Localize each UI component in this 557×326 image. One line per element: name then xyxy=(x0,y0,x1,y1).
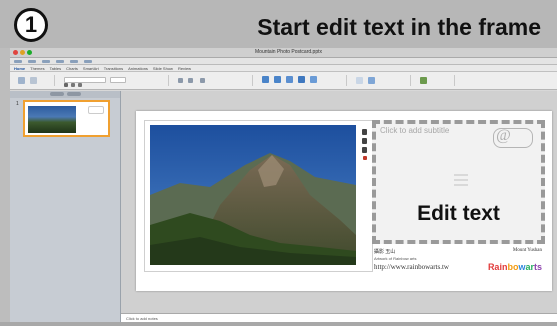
align-left-icon[interactable] xyxy=(200,78,205,83)
at-symbol-icon: @ xyxy=(496,127,511,144)
subtitle-text-frame[interactable]: Click to add subtitle @ Edit text xyxy=(372,120,545,244)
bullets-icon[interactable] xyxy=(178,78,183,83)
font-name-select[interactable] xyxy=(64,77,106,83)
open-icon[interactable] xyxy=(28,59,36,63)
location-credit: Mount Yushan xyxy=(512,248,542,253)
pane-view-tabs xyxy=(10,91,120,98)
rainbowarts-logo: Rainbowarts xyxy=(488,262,542,272)
decor-line xyxy=(454,174,468,176)
edit-text-label: Edit text xyxy=(417,202,500,225)
fill-icon[interactable] xyxy=(368,77,375,84)
print-icon[interactable] xyxy=(56,59,64,63)
decor-line xyxy=(454,179,468,181)
new-slide-icon[interactable] xyxy=(18,77,25,84)
photo-frame[interactable] xyxy=(144,120,373,272)
website-url: http://www.rainbowarts.tw xyxy=(374,263,449,271)
underline-icon[interactable] xyxy=(78,83,82,87)
calligraphy-glyph xyxy=(362,147,367,153)
minimize-window-button[interactable] xyxy=(20,50,25,55)
powerpoint-window: Mountain Photo Postcard.pptx Home Themes… xyxy=(10,48,557,326)
italic-icon[interactable] xyxy=(71,83,75,87)
outline-view-tab[interactable] xyxy=(66,92,81,96)
ribbon-tab-bar: Home Themes Tables Charts SmartArt Trans… xyxy=(10,65,557,72)
tab-review[interactable]: Review xyxy=(178,66,191,71)
subtitle-placeholder[interactable]: Click to add subtitle xyxy=(380,126,449,135)
arrange-icon[interactable] xyxy=(310,76,317,83)
close-window-button[interactable] xyxy=(13,50,18,55)
bold-icon[interactable] xyxy=(64,83,68,87)
calligraphy-glyph xyxy=(362,138,367,144)
tab-charts[interactable]: Charts xyxy=(66,66,78,71)
notes-placeholder[interactable]: Click to add notes xyxy=(126,316,158,321)
artwork-credit: Artwork of Rainbow arts xyxy=(374,256,417,261)
calligraphy-scroll xyxy=(361,129,368,169)
ribbon-group-paragraph xyxy=(172,75,253,86)
thumbnail-photo xyxy=(28,106,76,133)
ribbon-panel xyxy=(10,72,557,90)
slide-number: 1 xyxy=(16,101,19,107)
numbering-icon[interactable] xyxy=(188,78,193,83)
play-icon[interactable] xyxy=(420,77,427,84)
tab-transitions[interactable]: Transitions xyxy=(104,66,123,71)
logo-part: ar xyxy=(525,262,534,272)
slide-canvas[interactable]: Click to add subtitle @ Edit text 攝影 玉山 … xyxy=(136,111,552,291)
logo-part: Rain xyxy=(487,262,508,272)
thumbnail-stamp xyxy=(88,106,104,114)
step-number-badge: 1 xyxy=(14,8,48,42)
window-titlebar: Mountain Photo Postcard.pptx xyxy=(10,48,557,58)
font-size-select[interactable] xyxy=(110,77,126,83)
new-icon[interactable] xyxy=(14,59,22,63)
slide-thumbnail[interactable] xyxy=(23,100,110,137)
tab-smartart[interactable]: SmartArt xyxy=(83,66,99,71)
window-controls xyxy=(13,50,32,55)
calligraphy-glyph xyxy=(362,129,367,135)
tutorial-frame: 1 Start edit text in the frame Mountain … xyxy=(0,0,557,326)
slide-thumbnail-pane: 1 xyxy=(10,91,121,326)
layout-icon[interactable] xyxy=(30,77,37,84)
logo-part: ts xyxy=(533,262,542,272)
tab-themes[interactable]: Themes xyxy=(30,66,44,71)
quick-styles-icon[interactable] xyxy=(356,77,363,84)
undo-icon[interactable] xyxy=(70,59,78,63)
tab-slide-show[interactable]: Slide Show xyxy=(153,66,173,71)
tutorial-headline: Start edit text in the frame xyxy=(257,14,541,40)
redo-icon[interactable] xyxy=(84,59,92,63)
tutorial-header: 1 Start edit text in the frame xyxy=(0,0,557,48)
tab-home[interactable]: Home xyxy=(14,66,25,71)
faint-decor-lines xyxy=(454,174,468,188)
mountain-landscape-image xyxy=(150,125,356,265)
logo-part: bo xyxy=(507,262,519,272)
standard-toolbar xyxy=(10,58,557,65)
shape-icon[interactable] xyxy=(286,76,293,83)
picture-icon[interactable] xyxy=(274,76,281,83)
mountain-photo[interactable] xyxy=(150,125,356,265)
save-icon[interactable] xyxy=(42,59,50,63)
photo-credit: 攝影 玉山 xyxy=(374,250,396,255)
zoom-window-button[interactable] xyxy=(27,50,32,55)
slides-view-tab[interactable] xyxy=(49,92,64,96)
postmark-stamp: @ xyxy=(493,127,533,148)
red-seal-stamp xyxy=(362,156,367,160)
tab-tables[interactable]: Tables xyxy=(50,66,62,71)
smartart-icon[interactable] xyxy=(298,76,305,83)
tab-animations[interactable]: Animations xyxy=(128,66,148,71)
text-box-icon[interactable] xyxy=(262,76,269,83)
slide-editor: Click to add subtitle @ Edit text 攝影 玉山 … xyxy=(121,91,557,313)
decor-line xyxy=(454,184,468,186)
document-title: Mountain Photo Postcard.pptx xyxy=(255,49,322,55)
status-bar xyxy=(0,322,557,326)
